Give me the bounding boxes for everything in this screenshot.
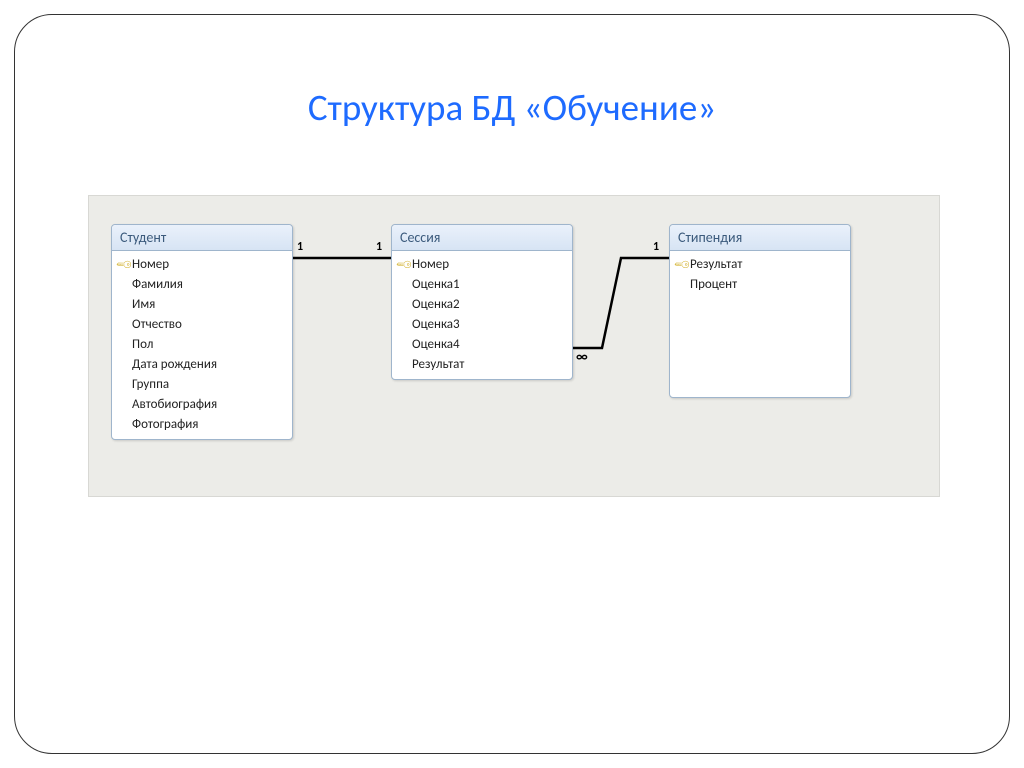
slide-title: Структура БД «Обучение» (0, 85, 1024, 130)
field-label: Оценка4 (412, 336, 460, 354)
cardinality-label: 1 (653, 240, 659, 254)
field-label: Результат (690, 256, 742, 274)
table-field[interactable]: Оценка4 (392, 335, 572, 355)
table-student[interactable]: Студент 🔑︎Номер Фамилия Имя Отчество Пол… (111, 224, 293, 440)
table-field[interactable]: Дата рождения (112, 355, 292, 375)
table-field[interactable]: Группа (112, 375, 292, 395)
field-label: Имя (132, 296, 155, 314)
table-field[interactable]: Оценка1 (392, 275, 572, 295)
field-label: Автобиография (132, 396, 217, 414)
field-label: Оценка3 (412, 316, 460, 334)
table-field[interactable]: Результат (392, 355, 572, 375)
table-header: Сессия (392, 225, 572, 251)
er-diagram-canvas: 1 1 ∞ 1 Студент 🔑︎Номер Фамилия Имя Отче… (88, 195, 940, 497)
table-fields: 🔑︎Номер Оценка1 Оценка2 Оценка3 Оценка4 … (392, 251, 572, 379)
field-label: Отчество (132, 316, 182, 334)
table-field[interactable]: Оценка3 (392, 315, 572, 335)
field-label: Дата рождения (132, 356, 217, 374)
field-label: Оценка1 (412, 276, 460, 294)
field-label: Пол (132, 336, 153, 354)
cardinality-label: 1 (297, 240, 303, 254)
table-field[interactable]: 🔑︎Номер (112, 255, 292, 275)
field-label: Номер (132, 256, 169, 274)
table-header: Стипендия (670, 225, 850, 251)
field-label: Процент (690, 276, 737, 294)
table-field[interactable]: Фотография (112, 415, 292, 435)
slide: Структура БД «Обучение» 1 1 ∞ 1 Студент … (0, 0, 1024, 768)
cardinality-label: ∞ (576, 348, 588, 365)
table-field[interactable]: Отчество (112, 315, 292, 335)
field-label: Оценка2 (412, 296, 460, 314)
table-fields: 🔑︎Номер Фамилия Имя Отчество Пол Дата ро… (112, 251, 292, 439)
table-header: Студент (112, 225, 292, 251)
field-label: Результат (412, 356, 464, 374)
field-label: Группа (132, 376, 169, 394)
table-field[interactable]: Оценка2 (392, 295, 572, 315)
field-label: Фамилия (132, 276, 183, 294)
table-field[interactable]: Процент (670, 275, 850, 295)
field-label: Фотография (132, 416, 198, 434)
table-field[interactable]: 🔑︎Номер (392, 255, 572, 275)
table-fields: 🔑︎Результат Процент (670, 251, 850, 299)
cardinality-label: 1 (376, 240, 382, 254)
table-stipend[interactable]: Стипендия 🔑︎Результат Процент (669, 224, 851, 398)
table-session[interactable]: Сессия 🔑︎Номер Оценка1 Оценка2 Оценка3 О… (391, 224, 573, 380)
table-field[interactable]: 🔑︎Результат (670, 255, 850, 275)
table-field[interactable]: Фамилия (112, 275, 292, 295)
table-field[interactable]: Автобиография (112, 395, 292, 415)
field-label: Номер (412, 256, 449, 274)
table-field[interactable]: Пол (112, 335, 292, 355)
table-field[interactable]: Имя (112, 295, 292, 315)
